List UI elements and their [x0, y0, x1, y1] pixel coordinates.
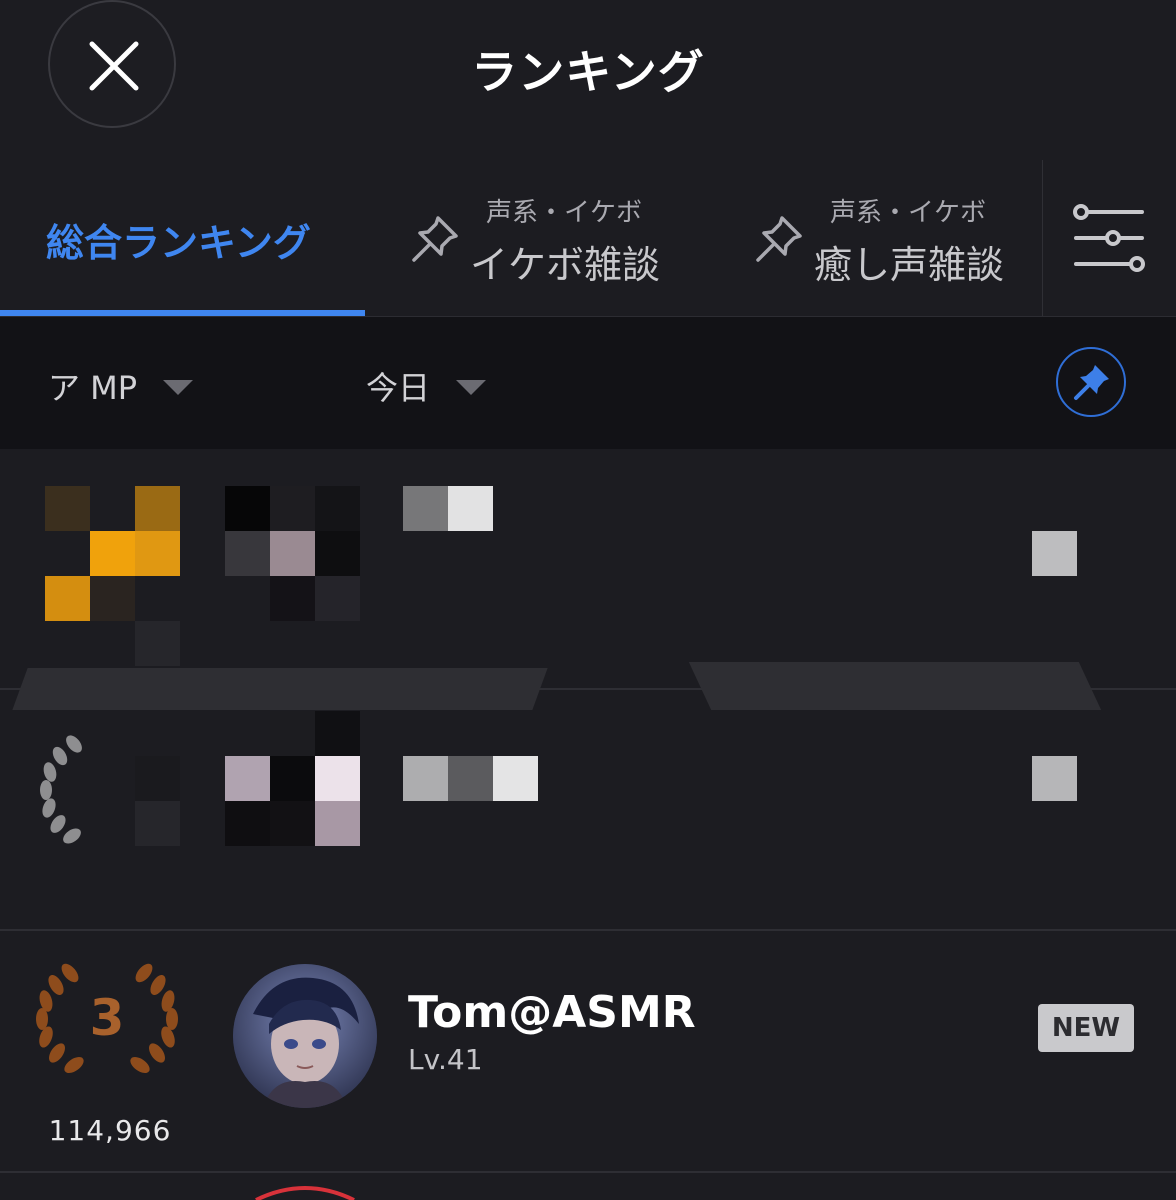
- rank-score: 114,966: [48, 1114, 172, 1147]
- tab-ikebo-chat[interactable]: 声系・イケボ イケボ雑談: [408, 160, 738, 316]
- user-level: Lv.41: [408, 1043, 483, 1076]
- ranking-row[interactable]: 3 114,966 Tom@ASMR Lv.41 NEW: [0, 931, 1176, 1171]
- pixelated-badge-1: [1032, 531, 1077, 576]
- tab-healing-voice-chat[interactable]: 声系・イケボ 癒し声雑談: [752, 160, 1082, 316]
- tab-overall-ranking[interactable]: 総合ランキング: [0, 160, 365, 316]
- ranking-row[interactable]: [0, 450, 1176, 688]
- rank-number: 3: [89, 989, 125, 1047]
- new-badge: NEW: [1038, 1004, 1134, 1052]
- pixelated-badge-2: [1032, 756, 1077, 801]
- ranking-row[interactable]: [0, 690, 1176, 928]
- pin-icon: [1074, 365, 1109, 400]
- tab-category-label: 声系・イケボ: [830, 198, 987, 228]
- pin-icon: [412, 216, 458, 262]
- period-dropdown[interactable]: 今日: [366, 363, 487, 409]
- header: ランキング: [0, 0, 1176, 150]
- type-dropdown-value: ア MP: [48, 369, 138, 407]
- divider: [1042, 160, 1043, 316]
- category-tabs: 総合ランキング 声系・イケボ イケボ雑談 声系・イケボ 癒し声雑談: [0, 160, 1176, 317]
- tab-category-label: 声系・イケボ: [486, 198, 643, 228]
- row-divider: [0, 1171, 1176, 1173]
- sliders-icon[interactable]: [1072, 200, 1148, 276]
- type-dropdown[interactable]: ア MP: [48, 363, 194, 409]
- filter-bar: ア MP 今日: [0, 317, 1176, 449]
- next-row-avatar-ring: [255, 1186, 355, 1200]
- avatar[interactable]: [233, 964, 377, 1108]
- pin-button[interactable]: [1056, 347, 1126, 417]
- pin-icon: [756, 216, 802, 262]
- chevron-down-icon: [163, 379, 194, 395]
- period-dropdown-value: 今日: [366, 369, 431, 407]
- user-name[interactable]: Tom@ASMR: [408, 987, 696, 1038]
- tab-label: イケボ雑談: [470, 243, 661, 287]
- tab-label: 癒し声雑談: [814, 243, 1005, 287]
- tab-label: 総合ランキング: [46, 221, 311, 265]
- active-tab-indicator: [0, 310, 365, 316]
- page-title: ランキング: [471, 45, 705, 99]
- chevron-down-icon: [456, 379, 487, 395]
